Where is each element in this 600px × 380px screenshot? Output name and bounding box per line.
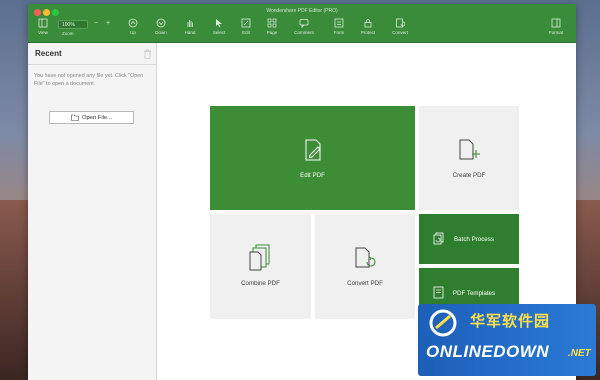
toolbar-form-button[interactable]: Form	[326, 18, 352, 40]
folder-icon	[71, 114, 79, 121]
zoom-in-button[interactable]: +	[106, 20, 110, 27]
trash-icon[interactable]	[143, 49, 152, 59]
hand-icon	[185, 18, 195, 28]
batch-process-tile[interactable]: Batch Process	[419, 214, 519, 264]
toolbar-label: Convert	[392, 30, 408, 35]
pdf-templates-label: PDF Templates	[452, 290, 496, 297]
protect-icon	[363, 18, 373, 28]
toolbar-select-button[interactable]: Select	[206, 18, 232, 40]
form-icon	[334, 18, 344, 28]
convert-icon	[395, 18, 405, 28]
toolbar-down-button[interactable]: Down	[148, 18, 174, 40]
recent-title: Recent	[35, 49, 62, 58]
window-title: Wondershare PDF Editor (PRO)	[266, 8, 338, 14]
toolbar-label: Up	[130, 30, 136, 35]
toolbar-hand-button[interactable]: Hand	[177, 18, 203, 40]
open-file-button[interactable]: Open File...	[49, 111, 134, 124]
toolbar-view-button[interactable]: View	[30, 18, 56, 40]
up-icon	[128, 18, 138, 28]
toolbar-label: Format	[548, 30, 564, 35]
convert-pdf-tile[interactable]: Convert PDF	[315, 214, 415, 319]
toolbar-edit-button[interactable]: Edit	[233, 18, 259, 40]
toolbar-label: View	[38, 30, 48, 35]
toolbar-up-button[interactable]: Up	[120, 18, 146, 40]
toolbar-label: Down	[155, 30, 167, 35]
toolbar-comment-button[interactable]: Comment	[291, 18, 317, 40]
create-pdf-tile[interactable]: Create PDF	[419, 106, 519, 210]
watermark-english-text: ONLINEDOWN	[426, 342, 550, 361]
toolbar-label: Form	[333, 30, 345, 35]
watermark-suffix: .NET	[568, 348, 591, 359]
toolbar-label: Comment	[294, 30, 314, 35]
sidebar-divider	[28, 64, 156, 65]
empty-recent-message: You have not opened any file yet. Click …	[34, 73, 144, 87]
combine-pdf-tile[interactable]: Combine PDF	[210, 214, 311, 319]
toolbar-label: Select	[212, 30, 226, 35]
create-pdf-icon	[457, 138, 481, 162]
zoom-select[interactable]: 100%	[58, 20, 88, 29]
format-icon	[551, 18, 561, 28]
zoom-out-button[interactable]: −	[94, 20, 98, 27]
edit-pdf-icon	[302, 138, 324, 162]
toolbar-label: Page	[266, 30, 278, 35]
toolbar-label: Protect	[360, 30, 376, 35]
combine-pdf-icon	[248, 244, 272, 272]
down-icon	[156, 18, 166, 28]
page-icon	[267, 18, 277, 28]
comment-icon	[299, 18, 309, 28]
onlinedown-watermark: 华军软件园 ONLINEDOWN .NET	[418, 304, 596, 376]
batch-process-label: Batch Process	[454, 236, 494, 243]
convert-pdf-icon	[353, 246, 377, 270]
combine-pdf-label: Combine PDF	[241, 280, 280, 287]
open-file-label: Open File...	[82, 114, 112, 121]
edit-pdf-tile[interactable]: Edit PDF	[210, 106, 415, 210]
toolbar: Wondershare PDF Editor (PRO) View 100% Z…	[28, 4, 576, 43]
convert-pdf-label: Convert PDF	[347, 280, 383, 287]
toolbar-label: Hand	[184, 30, 196, 35]
create-pdf-label: Create PDF	[452, 172, 486, 179]
select-icon	[214, 18, 224, 28]
edit-pdf-label: Edit PDF	[300, 172, 325, 179]
toolbar-format-button[interactable]: Format	[543, 18, 569, 40]
toolbar-convert-button[interactable]: Convert	[387, 18, 413, 40]
view-icon	[38, 18, 48, 28]
toolbar-page-button[interactable]: Page	[259, 18, 285, 40]
recent-sidebar: Recent You have not opened any file yet.…	[28, 43, 157, 380]
zoom-label: Zoom	[62, 31, 74, 36]
watermark-chinese-text: 华军软件园	[470, 312, 551, 330]
toolbar-protect-button[interactable]: Protect	[355, 18, 381, 40]
toolbar-label: Edit	[242, 30, 250, 35]
edit-icon	[241, 18, 251, 28]
onlinedown-logo-icon	[429, 309, 457, 337]
